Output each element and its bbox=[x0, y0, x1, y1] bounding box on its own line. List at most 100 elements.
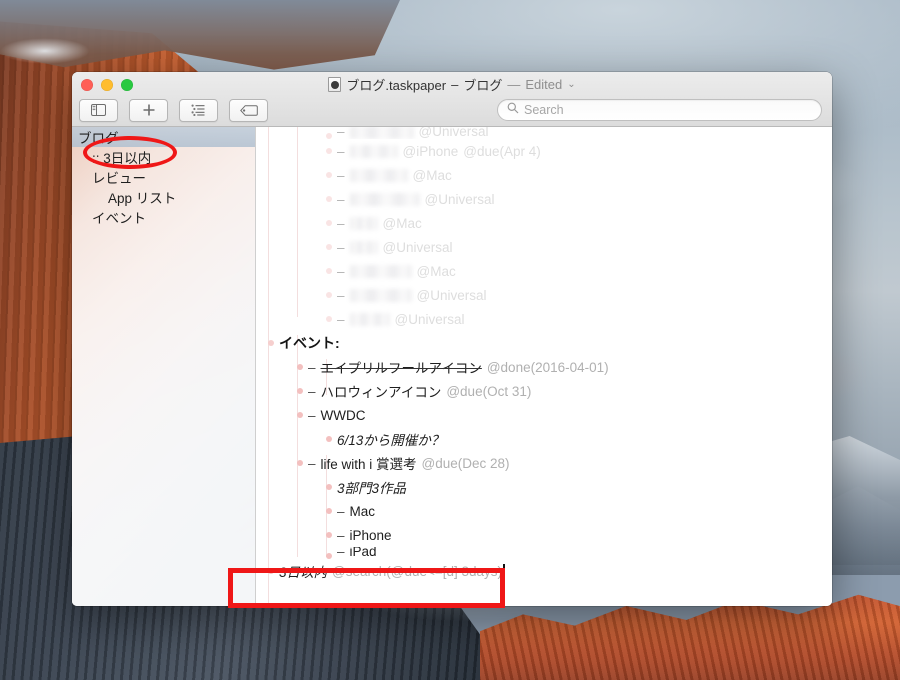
window-title-separator: – bbox=[451, 77, 459, 92]
task-row[interactable]: – エイプリルフールアイコン @done(2016-04-01) bbox=[256, 355, 832, 379]
toolbar-button-group bbox=[79, 98, 268, 122]
sidebar-item[interactable]: レビュー bbox=[72, 167, 255, 187]
toolbar: Search bbox=[72, 94, 832, 126]
window-title-dash: — bbox=[507, 77, 521, 92]
bullet-icon[interactable] bbox=[326, 244, 332, 250]
search-icon bbox=[507, 101, 519, 119]
plus-icon bbox=[142, 103, 156, 117]
task-dash: – bbox=[337, 287, 345, 303]
task-row[interactable]: – @Universal bbox=[256, 127, 832, 139]
tag-button[interactable] bbox=[229, 98, 268, 122]
task-dash: – bbox=[337, 215, 345, 231]
item-text: ハロウィンアイコン bbox=[320, 385, 442, 400]
bullet-icon[interactable] bbox=[268, 568, 274, 574]
bullet-icon[interactable] bbox=[326, 172, 332, 178]
bullet-icon[interactable] bbox=[326, 292, 332, 298]
task-row[interactable]: – @Universal bbox=[256, 235, 832, 259]
bullet-icon[interactable] bbox=[297, 412, 303, 418]
tag-label[interactable]: @iPhone bbox=[403, 144, 459, 159]
task-dash: – bbox=[337, 239, 345, 255]
bullet-icon[interactable] bbox=[297, 460, 303, 466]
bullet-icon[interactable] bbox=[326, 484, 332, 490]
task-dash: – bbox=[308, 407, 316, 423]
task-row[interactable]: – iPad bbox=[256, 547, 832, 559]
redacted-task-name bbox=[349, 288, 412, 302]
tag-label[interactable]: @Universal bbox=[417, 288, 487, 303]
bullet-icon[interactable] bbox=[326, 508, 332, 514]
bullet-icon[interactable] bbox=[326, 436, 332, 442]
text-caret bbox=[503, 563, 505, 579]
editor-pane[interactable]: – @Universal – @iPhone @due(Apr 4) – @Mac – @Uni… bbox=[256, 127, 832, 606]
item-text: 3部門3作品 bbox=[337, 481, 407, 496]
task-row[interactable]: – @Universal bbox=[256, 187, 832, 211]
window-chrome: ブログ.taskpaper – ブログ — Edited ⌄ Search bbox=[72, 72, 832, 127]
task-dash: – bbox=[337, 311, 345, 327]
tag-label[interactable]: @Universal bbox=[383, 240, 453, 255]
task-row[interactable]: – life with i 賞選考 @due(Dec 28) bbox=[256, 451, 832, 475]
task-row[interactable]: – @Universal bbox=[256, 307, 832, 331]
sidebar-item[interactable]: :: 3日以内 bbox=[72, 147, 255, 167]
active-editing-row[interactable]: 3日以内 @search(@due<=[d] 3days) bbox=[256, 559, 832, 583]
redacted-task-name bbox=[349, 127, 414, 139]
sidebar-item-label: イベント bbox=[92, 211, 146, 226]
sidebar-item-label: レビュー bbox=[92, 171, 146, 186]
tag-label[interactable]: @due(Dec 28) bbox=[422, 456, 510, 471]
redacted-task-name bbox=[349, 144, 398, 158]
project-row[interactable]: イベント: bbox=[256, 331, 832, 355]
redacted-task-name bbox=[349, 216, 378, 230]
outline-list-button[interactable] bbox=[179, 98, 218, 122]
tag-label[interactable]: @Mac bbox=[417, 264, 456, 279]
window-body: ブログ:: 3日以内 レビュー App リスト イベント – @Universal – @i… bbox=[72, 127, 832, 606]
search-input[interactable]: Search bbox=[524, 103, 564, 117]
task-dash: – bbox=[337, 547, 345, 559]
task-row[interactable]: – @iPhone @due(Apr 4) bbox=[256, 139, 832, 163]
sidebar-item-label: :: 3日以内 bbox=[92, 151, 152, 166]
tag-label[interactable]: @Universal bbox=[395, 312, 465, 327]
task-dash: – bbox=[308, 383, 316, 399]
bullet-icon[interactable] bbox=[326, 268, 332, 274]
task-dash: – bbox=[308, 359, 316, 375]
item-text: 6/13から開催か？ bbox=[337, 433, 445, 448]
sidebar-item[interactable]: ブログ bbox=[72, 127, 255, 147]
window-title-document: ブログ.taskpaper bbox=[346, 78, 447, 93]
active-row-search-tag[interactable]: @search(@due<=[d] 3days) bbox=[332, 564, 502, 579]
note-row[interactable]: 3部門3作品 bbox=[256, 475, 832, 499]
bullet-icon[interactable] bbox=[326, 196, 332, 202]
redacted-task-name bbox=[349, 192, 420, 206]
tag-label[interactable]: @Mac bbox=[413, 168, 452, 183]
bullet-icon[interactable] bbox=[326, 220, 332, 226]
task-row[interactable]: – @Mac bbox=[256, 211, 832, 235]
sidebar-item[interactable]: イベント bbox=[72, 207, 255, 227]
task-row[interactable]: – iPhone bbox=[256, 523, 832, 547]
tag-label[interactable]: @Universal bbox=[425, 192, 495, 207]
bullet-icon[interactable] bbox=[326, 316, 332, 322]
redacted-task-name bbox=[349, 264, 412, 278]
window-title-bar: ブログ.taskpaper – ブログ — Edited ⌄ bbox=[72, 75, 832, 94]
bullet-icon[interactable] bbox=[297, 364, 303, 370]
task-row[interactable]: – WWDC bbox=[256, 403, 832, 427]
toggle-sidebar-button[interactable] bbox=[79, 98, 118, 122]
item-text: life with i 賞選考 bbox=[320, 457, 417, 472]
tag-label[interactable]: @Universal bbox=[419, 127, 489, 139]
redacted-task-name bbox=[349, 312, 390, 326]
tag-label[interactable]: @Mac bbox=[383, 216, 422, 231]
note-row[interactable]: 6/13から開催か？ bbox=[256, 427, 832, 451]
task-row[interactable]: – @Mac bbox=[256, 259, 832, 283]
task-row[interactable]: – Mac bbox=[256, 499, 832, 523]
tag-label[interactable]: @done(2016-04-01) bbox=[487, 360, 609, 375]
bullet-icon[interactable] bbox=[326, 532, 332, 538]
sidebar-item[interactable]: App リスト bbox=[72, 187, 255, 207]
tag-label[interactable]: @due(Oct 31) bbox=[446, 384, 531, 399]
editor-outline-rows: – @Universal – @iPhone @due(Apr 4) – @Mac – @Uni… bbox=[256, 127, 832, 583]
new-item-button[interactable] bbox=[129, 98, 168, 122]
task-row[interactable]: – @Universal bbox=[256, 283, 832, 307]
task-row[interactable]: – ハロウィンアイコン @due(Oct 31) bbox=[256, 379, 832, 403]
bullet-icon[interactable] bbox=[297, 388, 303, 394]
chevron-down-icon[interactable]: ⌄ bbox=[567, 79, 575, 90]
item-text: iPhone bbox=[349, 527, 392, 543]
bullet-icon[interactable] bbox=[326, 148, 332, 154]
task-row[interactable]: – @Mac bbox=[256, 163, 832, 187]
search-field[interactable]: Search bbox=[497, 99, 822, 121]
bullet-icon[interactable] bbox=[268, 340, 274, 346]
tag-label[interactable]: @due(Apr 4) bbox=[463, 144, 541, 159]
